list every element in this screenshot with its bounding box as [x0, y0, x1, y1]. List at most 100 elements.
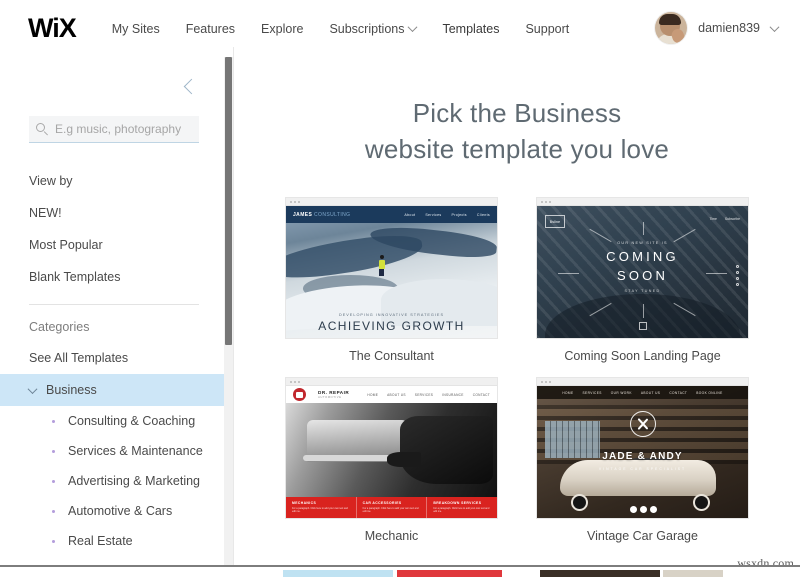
preview-brand-light: CONSULTING — [314, 211, 351, 218]
nav-label: My Sites — [111, 21, 160, 36]
nav-item-templates[interactable]: Templates — [442, 22, 499, 36]
template-thumbnail[interactable]: JAMES CONSULTING About Services Projects… — [285, 197, 498, 339]
template-preview-vintage-car-garage: HOME SERVICES OUR WORK ABOUT US CONTACT … — [537, 386, 748, 518]
preview-nav-item: HOME — [367, 392, 379, 397]
wix-logo[interactable]: WiX — [28, 15, 77, 42]
sidebar-subitem-consulting-coaching[interactable]: Consulting & Coaching — [0, 406, 227, 436]
user-menu[interactable]: damien839 — [655, 12, 780, 44]
preview-headline-line1: COMING — [606, 248, 679, 264]
sidebar-divider — [29, 304, 199, 305]
preview-logo-icon — [286, 388, 312, 401]
sidebar-subitem-automotive-cars[interactable]: Automotive & Cars — [0, 496, 227, 526]
template-card-the-consultant[interactable]: JAMES CONSULTING About Services Projects… — [285, 197, 498, 363]
chevron-down-icon — [408, 22, 418, 33]
page-title-line2: website template you love — [364, 134, 670, 164]
template-thumbnail[interactable]: DR. REPAIR AUTOMOTIVE HOME ABOUT US SERV… — [285, 377, 498, 519]
sidebar-item-blank-templates[interactable]: Blank Templates — [0, 261, 227, 293]
preview-brand-bold: JAMES — [293, 211, 313, 218]
preview-feature-title: MECHANICS — [292, 501, 317, 505]
sidebar-subitem-label: Real Estate — [68, 534, 133, 548]
sidebar: View by NEW! Most Popular Blank Template… — [0, 57, 227, 565]
preview-nav-item: ABOUT US — [640, 390, 661, 395]
sidebar-item-see-all-templates[interactable]: See All Templates — [0, 342, 227, 374]
sidebar-subitem-label: Advertising & Marketing — [68, 474, 201, 488]
preview-nav: DR. REPAIR AUTOMOTIVE HOME ABOUT US SERV… — [286, 386, 497, 403]
sidebar-item-most-popular[interactable]: Most Popular — [0, 229, 227, 261]
template-card-coming-soon-landing-page[interactable]: Bsline Time Subscribe OUR NEW SITE IS CO… — [536, 197, 749, 363]
preview-social-icons — [736, 264, 739, 286]
username-label: damien839 — [698, 21, 760, 35]
preview-nav: JAMES CONSULTING About Services Projects… — [286, 206, 497, 223]
nav-label: Templates — [442, 21, 500, 36]
nav-item-support[interactable]: Support — [525, 22, 569, 36]
preview-nav-item: Subscribe — [724, 217, 740, 221]
template-name: The Consultant — [349, 349, 434, 363]
preview-nav-item: CONTACT — [472, 392, 490, 397]
preview-feature-title: BREAKDOWN SERVICES — [433, 501, 482, 505]
sidebar-list: View by NEW! Most Popular Blank Template… — [0, 165, 227, 565]
preview-feature-col: MECHANICS For a paragraph. Click here to… — [286, 497, 356, 518]
template-card-mechanic[interactable]: DR. REPAIR AUTOMOTIVE HOME ABOUT US SERV… — [285, 377, 498, 543]
bullet-icon — [52, 449, 55, 453]
nav-label: Subscriptions — [329, 21, 405, 36]
preview-feature-bar: MECHANICS For a paragraph. Click here to… — [286, 497, 497, 518]
preview-feature-text: For a paragraph. Click here to add your … — [433, 507, 490, 514]
template-grid: JAMES CONSULTING About Services Projects… — [234, 197, 800, 557]
preview-brand: JAMES CONSULTING — [293, 212, 350, 218]
sidebar-scrollbar-thumb[interactable] — [225, 57, 232, 345]
sidebar-item-business[interactable]: Business — [0, 374, 227, 406]
template-thumbnail[interactable]: Bsline Time Subscribe OUR NEW SITE IS CO… — [536, 197, 749, 339]
sidebar-collapse-button[interactable] — [179, 77, 201, 99]
bullet-icon — [52, 539, 55, 543]
bullet-icon — [52, 509, 55, 513]
main-nav: My Sites Features Explore Subscriptions … — [112, 22, 569, 36]
sidebar-subitem-label: Services & Maintenance — [68, 444, 203, 458]
preview-nav-item: ABOUT US — [387, 392, 406, 397]
preview-nav-item: CONTACT — [669, 390, 688, 395]
preview-social-icons — [629, 506, 657, 513]
browser-chrome-bar — [286, 378, 497, 386]
sidebar-subitem-finance-law[interactable]: Finance & Law — [0, 556, 227, 565]
wix-templates-page: WiX My Sites Features Explore Subscripti… — [0, 0, 800, 577]
preview-nav-item: About — [404, 212, 416, 217]
chevron-down-icon — [769, 21, 780, 32]
preview-subtext: STAY TUNED — [624, 288, 661, 293]
sidebar-item-label: Business — [46, 383, 97, 397]
template-thumbnail[interactable]: HOME SERVICES OUR WORK ABOUT US CONTACT … — [536, 377, 749, 519]
preview-headline: ACHIEVING GROWTH — [318, 319, 465, 333]
nav-item-subscriptions[interactable]: Subscriptions — [329, 21, 418, 36]
template-preview-mechanic: DR. REPAIR AUTOMOTIVE HOME ABOUT US SERV… — [286, 386, 497, 518]
sidebar-subitem-real-estate[interactable]: Real Estate — [0, 526, 227, 556]
search-input[interactable] — [55, 122, 200, 136]
sidebar-subitem-services-maintenance[interactable]: Services & Maintenance — [0, 436, 227, 466]
preview-nav-item: SERVICES — [414, 392, 434, 397]
template-card-vintage-car-garage[interactable]: HOME SERVICES OUR WORK ABOUT US CONTACT … — [536, 377, 749, 543]
search-icon — [36, 122, 49, 136]
preview-brand-sub: AUTOMOTIVE — [318, 395, 342, 399]
preview-nav: HOME SERVICES OUR WORK ABOUT US CONTACT … — [537, 386, 748, 399]
page-title-line1: Pick the Business — [412, 98, 622, 128]
preview-brand: JADE & ANDY — [602, 450, 683, 462]
bullet-icon — [52, 479, 55, 483]
nav-label: Explore — [261, 21, 304, 36]
sidebar-subitem-advertising-marketing[interactable]: Advertising & Marketing — [0, 466, 227, 496]
bullet-icon — [52, 419, 55, 423]
template-name: Vintage Car Garage — [587, 529, 698, 543]
nav-item-features[interactable]: Features — [186, 22, 235, 36]
browser-chrome-bar — [537, 378, 748, 386]
preview-brand-sub: VINTAGE CAR SPECIALIST — [598, 466, 687, 471]
main-content: Pick the Business website template you l… — [234, 47, 800, 565]
preview-nav-item: INSURANCE — [442, 392, 464, 397]
browser-chrome-bar — [286, 198, 497, 206]
preview-nav-item: HOME — [562, 390, 574, 395]
sidebar-item-new[interactable]: NEW! — [0, 197, 227, 229]
nav-item-my-sites[interactable]: My Sites — [112, 22, 160, 36]
nav-item-explore[interactable]: Explore — [261, 22, 303, 36]
page-bottom-edge — [0, 565, 800, 577]
template-preview-coming-soon: Bsline Time Subscribe OUR NEW SITE IS CO… — [537, 206, 748, 338]
sidebar-label-view-by: View by — [29, 174, 73, 188]
sidebar-subitem-label: Automotive & Cars — [68, 504, 173, 518]
chevron-down-icon — [27, 383, 38, 394]
search-box[interactable] — [29, 116, 200, 143]
preview-kicker: DEVELOPING INNOVATIVE STRATEGIES — [339, 313, 444, 317]
